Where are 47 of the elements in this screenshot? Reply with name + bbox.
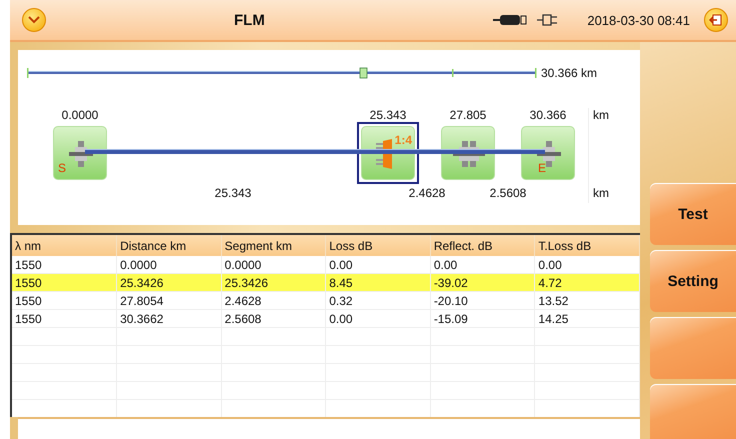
segment-length: 2.5608 [490,186,526,200]
usb-icon [493,14,528,26]
table-cell: 1550 [12,310,117,328]
node-label: E [538,161,546,175]
table-cell: 30.3662 [116,310,222,328]
menu-button[interactable] [22,8,46,32]
table-cell: 25.3426 [221,274,326,292]
table-cell: 2.4628 [221,292,326,310]
column-header: T.Loss dB [534,235,640,256]
side-button[interactable]: Test [650,183,736,245]
table-cell: 4.72 [534,274,640,292]
event-distance: 30.366 [530,108,566,122]
column-header: Loss dB [326,235,430,256]
table-cell: 14.25 [534,310,640,328]
event-distance: 25.343 [370,108,406,122]
split-ratio: 1:4 [394,133,412,147]
total-length: 30.366 km [540,66,598,80]
table-cell: 1550 [12,274,117,292]
date-time: 2018-03-30 08:41 [587,12,690,28]
event-distance: 27.805 [450,108,486,122]
side-button[interactable]: Setting [650,250,736,312]
unit-label: km [593,186,609,200]
table-cell: 25.3426 [116,274,222,292]
back-button[interactable] [704,8,728,32]
event-node[interactable]: 1:4 [357,122,419,184]
column-header: Segment km [221,235,326,256]
table-cell: -20.10 [430,292,535,310]
segment-length: 25.343 [214,186,252,200]
table-cell: 0.32 [326,292,430,310]
screen-title: FLM [234,12,266,28]
event-distance: 0.0000 [62,108,98,122]
table-cell: -39.02 [430,274,535,292]
table-cell: 13.52 [534,292,640,310]
table-cell: 27.8054 [116,292,222,310]
table-cell: 1550 [12,292,117,310]
column-header: Distance km [116,235,222,256]
column-header: λ nm [12,235,117,256]
table-cell: 8.45 [326,274,430,292]
node-label: S [58,161,66,175]
chevron-down-icon [28,16,40,24]
table-cell: -15.09 [430,310,535,328]
column-header: Reflect. dB [430,235,535,256]
segment-length: 2.4628 [408,186,446,200]
exit-icon [709,13,723,27]
table-cell: 2.5608 [221,310,326,328]
table-cell: 0.00 [326,310,430,328]
unit-label: km [593,108,609,122]
